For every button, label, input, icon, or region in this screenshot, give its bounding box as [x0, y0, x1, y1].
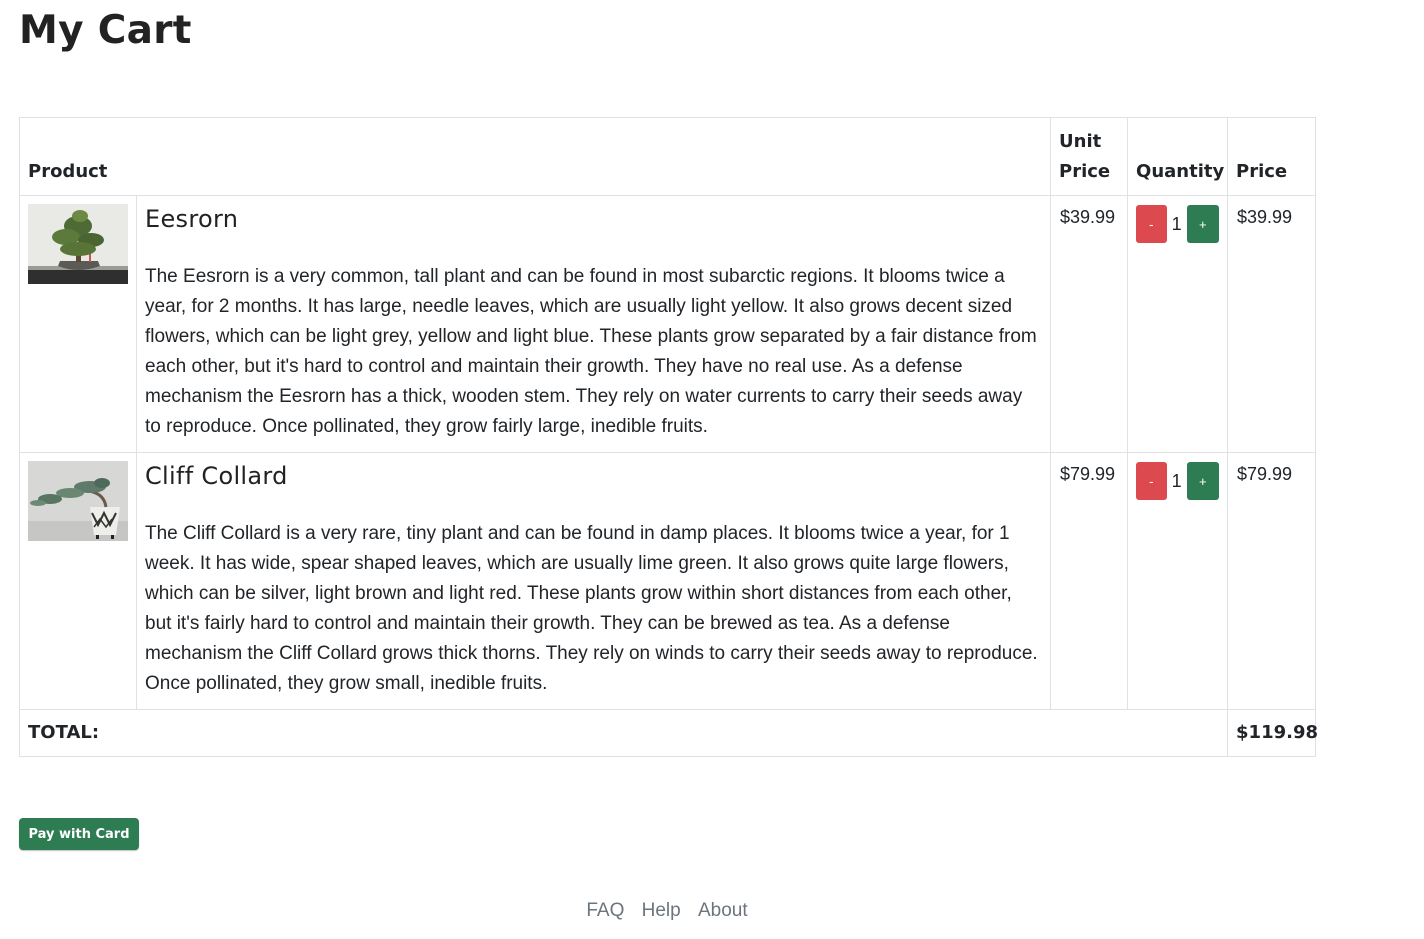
product-image-cell	[19, 452, 137, 710]
product-image-cell	[19, 195, 137, 453]
product-description: The Eesrorn is a very common, tall plant…	[145, 266, 1037, 437]
total-row: TOTAL: $119.98	[18, 709, 1318, 757]
unit-price: $79.99	[1050, 452, 1129, 710]
line-price: $79.99	[1227, 452, 1317, 710]
product-name[interactable]: Eesrorn	[145, 204, 1042, 234]
total-label: TOTAL:	[18, 709, 1229, 757]
quantity-value: 1	[1171, 213, 1182, 234]
product-description-cell: Eesrorn The Eesrorn is a very common, ta…	[135, 195, 1052, 453]
product-name[interactable]: Cliff Collard	[145, 461, 1042, 491]
quantity-cell: - 1 +	[1127, 195, 1229, 453]
line-price: $39.99	[1227, 195, 1317, 453]
footer-link-faq[interactable]: FAQ	[586, 900, 624, 921]
footer: FAQ Help About	[0, 900, 1334, 922]
price-header: Price	[1227, 117, 1317, 196]
bonsai-tree-image	[28, 204, 128, 284]
table-header-row: Product Unit Price Quantity Price	[18, 117, 1317, 196]
table-row: Cliff Collard The Cliff Collard is a ver…	[19, 452, 1317, 710]
total-value: $119.98	[1227, 709, 1318, 757]
product-description-cell: Cliff Collard The Cliff Collard is a ver…	[135, 452, 1052, 710]
product-description: The Cliff Collard is a very rare, tiny p…	[145, 523, 1038, 694]
quantity-header: Quantity	[1127, 117, 1229, 196]
unit-price-header: Unit Price	[1050, 117, 1129, 196]
cascade-bonsai-image	[28, 461, 128, 541]
product-header: Product	[18, 117, 1052, 196]
quantity-value: 1	[1171, 470, 1182, 491]
table-row: Eesrorn The Eesrorn is a very common, ta…	[19, 195, 1317, 453]
page-title: My Cart	[19, 8, 192, 53]
decrease-quantity-button[interactable]: -	[1136, 205, 1167, 243]
cart-table: Product Unit Price Quantity Price Eesror…	[18, 117, 1318, 757]
footer-link-about[interactable]: About	[698, 900, 748, 921]
decrease-quantity-button[interactable]: -	[1136, 462, 1167, 500]
increase-quantity-button[interactable]: +	[1186, 205, 1220, 243]
quantity-cell: - 1 +	[1127, 452, 1229, 710]
increase-quantity-button[interactable]: +	[1186, 462, 1220, 500]
unit-price: $39.99	[1050, 195, 1129, 453]
footer-link-help[interactable]: Help	[642, 900, 681, 921]
pay-with-card-button[interactable]: Pay with Card	[19, 818, 139, 850]
